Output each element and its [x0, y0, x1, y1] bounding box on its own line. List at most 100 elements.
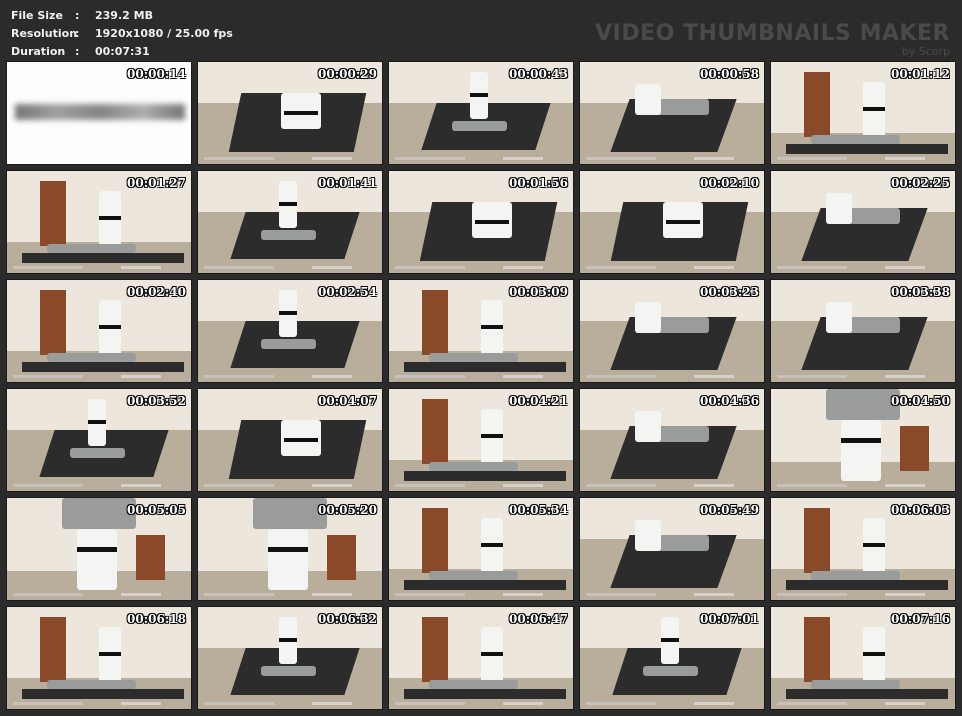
resolution-label: Resolution [11, 27, 78, 40]
brand-subtitle: by Scorp [901, 45, 950, 58]
watermark-site [694, 484, 734, 487]
thumbnail-frame[interactable]: 00:05:49 [579, 497, 765, 601]
timestamp-label: 00:00:58 [700, 67, 759, 81]
watermark-url [395, 593, 465, 596]
belt [481, 324, 504, 329]
thumbnail-frame[interactable]: 00:04:07 [197, 388, 383, 492]
thumbnail-frame[interactable]: 00:01:56 [388, 170, 574, 274]
mat [403, 688, 566, 699]
watermark-url [395, 484, 465, 487]
belt [284, 110, 318, 116]
thumbnail-frame[interactable]: 00:02:25 [770, 170, 956, 274]
brand-watermark: VIDEO THUMBNAILS MAKER by Scorp [595, 22, 950, 58]
timestamp-label: 00:02:25 [891, 176, 950, 190]
figure [635, 302, 661, 334]
file-size-label: File Size [11, 9, 63, 22]
belt [481, 542, 504, 547]
belt [278, 637, 298, 642]
watermark-site [503, 593, 543, 596]
figure [635, 411, 661, 443]
thumbnail-frame[interactable]: 00:06:18 [6, 606, 192, 710]
watermark-url [395, 375, 465, 378]
thumbnail-frame[interactable]: 00:06:47 [388, 606, 574, 710]
timestamp-label: 00:06:47 [509, 612, 568, 626]
belt [76, 546, 118, 553]
thumbnail-frame[interactable]: 00:07:01 [579, 606, 765, 710]
thumbnail-frame[interactable]: 00:03:23 [579, 279, 765, 383]
figure [811, 571, 900, 580]
timestamp-label: 00:05:05 [127, 503, 186, 517]
door [40, 617, 66, 683]
timestamp-label: 00:00:29 [318, 67, 377, 81]
figure [69, 448, 125, 459]
thumbnail-frame[interactable]: 00:05:05 [6, 497, 192, 601]
timestamp-label: 00:05:49 [700, 503, 759, 517]
thumbnail-frame[interactable]: 00:00:58 [579, 61, 765, 165]
watermark-url [395, 266, 465, 269]
duration-value: 00:07:31 [95, 45, 150, 58]
timestamp-label: 00:01:56 [509, 176, 568, 190]
figure [47, 353, 136, 362]
figure [429, 353, 518, 362]
watermark-url [586, 484, 656, 487]
mat [785, 143, 948, 154]
belt [99, 324, 122, 329]
timestamp-label: 00:03:23 [700, 285, 759, 299]
watermark-site [503, 266, 543, 269]
thumbnail-frame[interactable]: 00:05:34 [388, 497, 574, 601]
thumbnail-frame[interactable]: 00:06:03 [770, 497, 956, 601]
file-size-separator: : [75, 9, 80, 22]
watermark-site [885, 375, 925, 378]
watermark-url [777, 375, 847, 378]
watermark-url [204, 702, 274, 705]
thumbnail-frame[interactable]: 00:05:20 [197, 497, 383, 601]
mat [403, 361, 566, 372]
thumbnail-frame[interactable]: 00:03:52 [6, 388, 192, 492]
door [422, 617, 448, 683]
thumbnail-frame[interactable]: 00:07:16 [770, 606, 956, 710]
door [804, 72, 830, 138]
timestamp-label: 00:00:43 [509, 67, 568, 81]
timestamp-label: 00:03:09 [509, 285, 568, 299]
resolution-value: 1920x1080 / 25.00 fps [95, 27, 233, 40]
watermark-url [777, 484, 847, 487]
thumbnail-frame[interactable]: 00:02:10 [579, 170, 765, 274]
figure [253, 498, 327, 529]
resolution-row: Resolution : 1920x1080 / 25.00 fps [11, 25, 233, 43]
belt [660, 637, 680, 642]
thumbnail-frame[interactable]: 00:04:36 [579, 388, 765, 492]
watermark-url [395, 157, 465, 160]
thumbnail-frame[interactable]: 00:00:43 [388, 61, 574, 165]
thumbnail-frame[interactable]: 00:02:54 [197, 279, 383, 383]
thumbnail-frame[interactable]: 00:01:12 [770, 61, 956, 165]
belt [267, 546, 309, 553]
duration-label: Duration [11, 45, 66, 58]
thumbnail-frame[interactable]: 00:06:32 [197, 606, 383, 710]
duration-row: Duration : 00:07:31 [11, 43, 233, 61]
thumbnail-frame[interactable]: 00:03:09 [388, 279, 574, 383]
thumbnail-frame[interactable]: 00:03:38 [770, 279, 956, 383]
brand-title: VIDEO THUMBNAILS MAKER [595, 21, 950, 46]
mat [21, 688, 184, 699]
thumbnail-frame[interactable]: 00:01:41 [197, 170, 383, 274]
thumbnail-frame[interactable]: 00:00:29 [197, 61, 383, 165]
file-info-panel: File Size : 239.2 MB Resolution : 1920x1… [11, 7, 233, 61]
watermark-site [694, 157, 734, 160]
figure [811, 135, 900, 144]
watermark-site [121, 593, 161, 596]
mat [785, 688, 948, 699]
timestamp-label: 00:02:10 [700, 176, 759, 190]
thumbnail-frame[interactable]: 00:00:14 [6, 61, 192, 165]
figure [653, 316, 709, 334]
thumbnail-frame[interactable]: 00:04:50 [770, 388, 956, 492]
watermark-site [694, 702, 734, 705]
belt [87, 419, 107, 424]
watermark-site [503, 484, 543, 487]
watermark-url [13, 484, 83, 487]
thumbnail-frame[interactable]: 00:02:40 [6, 279, 192, 383]
watermark-site [503, 702, 543, 705]
thumbnail-frame[interactable]: 00:01:27 [6, 170, 192, 274]
thumbnail-frame[interactable]: 00:04:21 [388, 388, 574, 492]
belt [863, 651, 886, 656]
timestamp-label: 00:05:34 [509, 503, 568, 517]
